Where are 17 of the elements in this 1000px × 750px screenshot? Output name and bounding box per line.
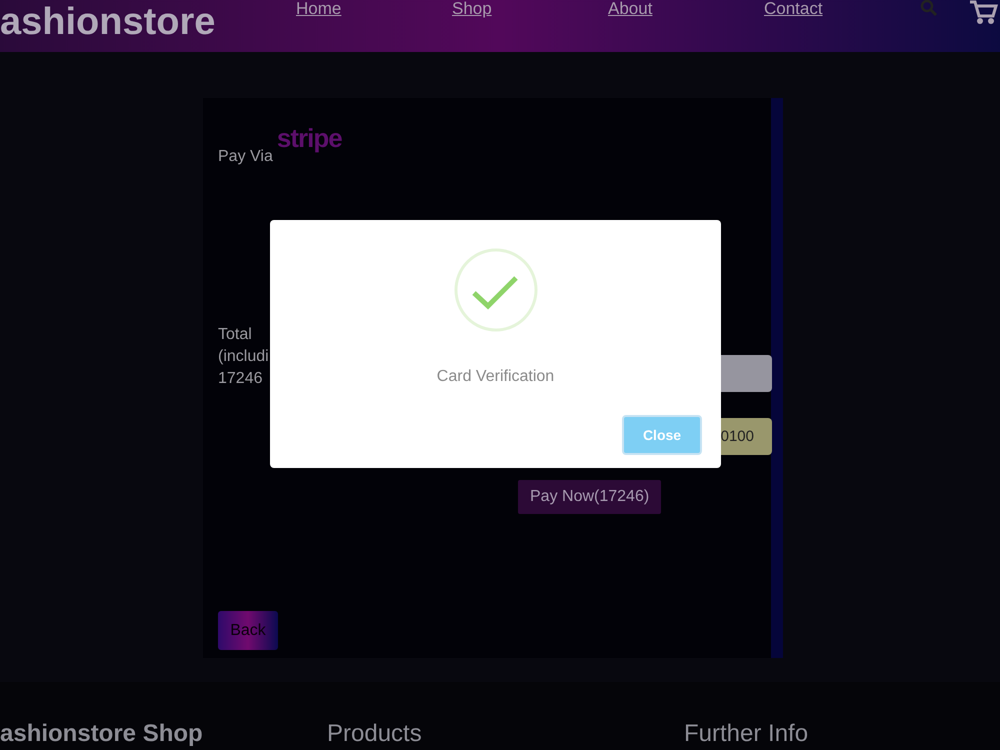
site-logo[interactable]: ashionstore <box>0 2 279 44</box>
pay-now-button[interactable]: Pay Now(17246) <box>518 480 662 514</box>
footer-heading: ashionstore Shop <box>0 720 204 748</box>
total-note: (includi <box>218 348 269 366</box>
total-value: 17246 <box>218 370 262 388</box>
footer-heading: Products <box>327 720 423 748</box>
pay-via-label: Pay Via <box>218 148 273 166</box>
footer-heading: Further Info <box>684 720 810 748</box>
nav-link[interactable]: Contact <box>764 0 920 19</box>
dialog-message: Card Verification <box>436 368 554 386</box>
nav-link[interactable]: Shop <box>452 0 608 19</box>
stripe-logo: stripe <box>276 123 342 154</box>
nav-link[interactable]: Home <box>296 0 452 19</box>
nav-link[interactable]: About <box>608 0 764 19</box>
cart-icon[interactable] <box>968 0 998 26</box>
check-circle-icon <box>454 248 538 332</box>
total-label: Total <box>218 326 252 344</box>
